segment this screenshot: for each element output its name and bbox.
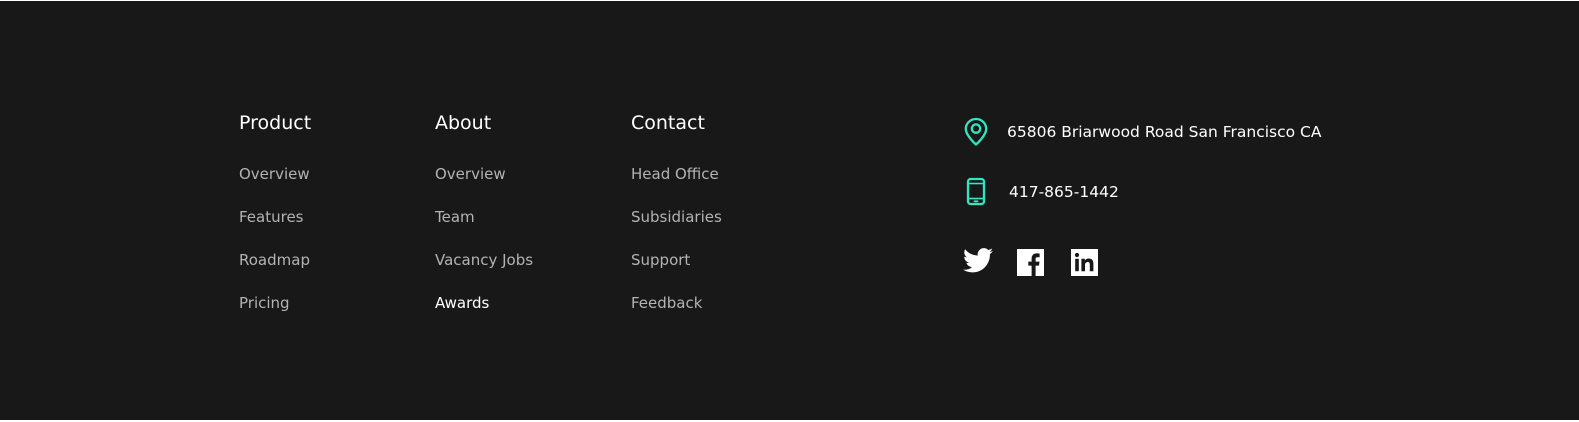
footer-column-title: Product xyxy=(239,112,312,134)
footer-link-subsidiaries[interactable]: Subsidiaries xyxy=(631,208,722,226)
facebook-icon[interactable] xyxy=(1017,249,1044,276)
footer-link-features[interactable]: Features xyxy=(239,208,304,226)
footer-link-product-overview[interactable]: Overview xyxy=(239,165,310,183)
footer-column-title: Contact xyxy=(631,112,705,134)
footer-link-head-office[interactable]: Head Office xyxy=(631,165,719,183)
footer-link-list: Overview Team Vacancy Jobs Awards xyxy=(435,165,533,337)
footer-link-pricing[interactable]: Pricing xyxy=(239,294,290,312)
list-item: Awards xyxy=(435,294,533,337)
footer-link-support[interactable]: Support xyxy=(631,251,690,269)
footer-column-about: About Overview Team Vacancy Jobs Awards xyxy=(435,109,533,312)
map-pin-icon xyxy=(964,117,988,146)
footer-link-team[interactable]: Team xyxy=(435,208,475,226)
list-item: Team xyxy=(435,208,533,251)
list-item: Pricing xyxy=(239,294,310,337)
linkedin-icon[interactable] xyxy=(1071,249,1098,276)
list-item: Vacancy Jobs xyxy=(435,251,533,294)
footer-link-vacancy-jobs[interactable]: Vacancy Jobs xyxy=(435,251,533,269)
footer-link-about-overview[interactable]: Overview xyxy=(435,165,506,183)
twitter-icon[interactable] xyxy=(963,248,993,273)
list-item: Support xyxy=(631,251,722,294)
list-item: Roadmap xyxy=(239,251,310,294)
list-item: Feedback xyxy=(631,294,722,337)
footer-column-title: About xyxy=(435,112,492,134)
list-item: Subsidiaries xyxy=(631,208,722,251)
footer-address: 65806 Briarwood Road San Francisco CA xyxy=(1007,123,1322,141)
list-item: Features xyxy=(239,208,310,251)
smartphone-icon xyxy=(966,177,986,206)
footer-column-product: Product Overview Features Roadmap Pricin… xyxy=(239,109,312,312)
site-footer: Product Overview Features Roadmap Pricin… xyxy=(0,1,1579,420)
footer-link-feedback[interactable]: Feedback xyxy=(631,294,702,312)
list-item: Overview xyxy=(435,165,533,208)
footer-phone: 417-865-1442 xyxy=(1009,183,1119,201)
footer-column-contact: Contact Head Office Subsidiaries Support… xyxy=(631,109,722,312)
list-item: Overview xyxy=(239,165,310,208)
list-item: Head Office xyxy=(631,165,722,208)
footer-link-list: Overview Features Roadmap Pricing xyxy=(239,165,310,337)
footer-link-awards[interactable]: Awards xyxy=(435,294,489,312)
footer-link-list: Head Office Subsidiaries Support Feedbac… xyxy=(631,165,722,337)
footer-link-roadmap[interactable]: Roadmap xyxy=(239,251,310,269)
